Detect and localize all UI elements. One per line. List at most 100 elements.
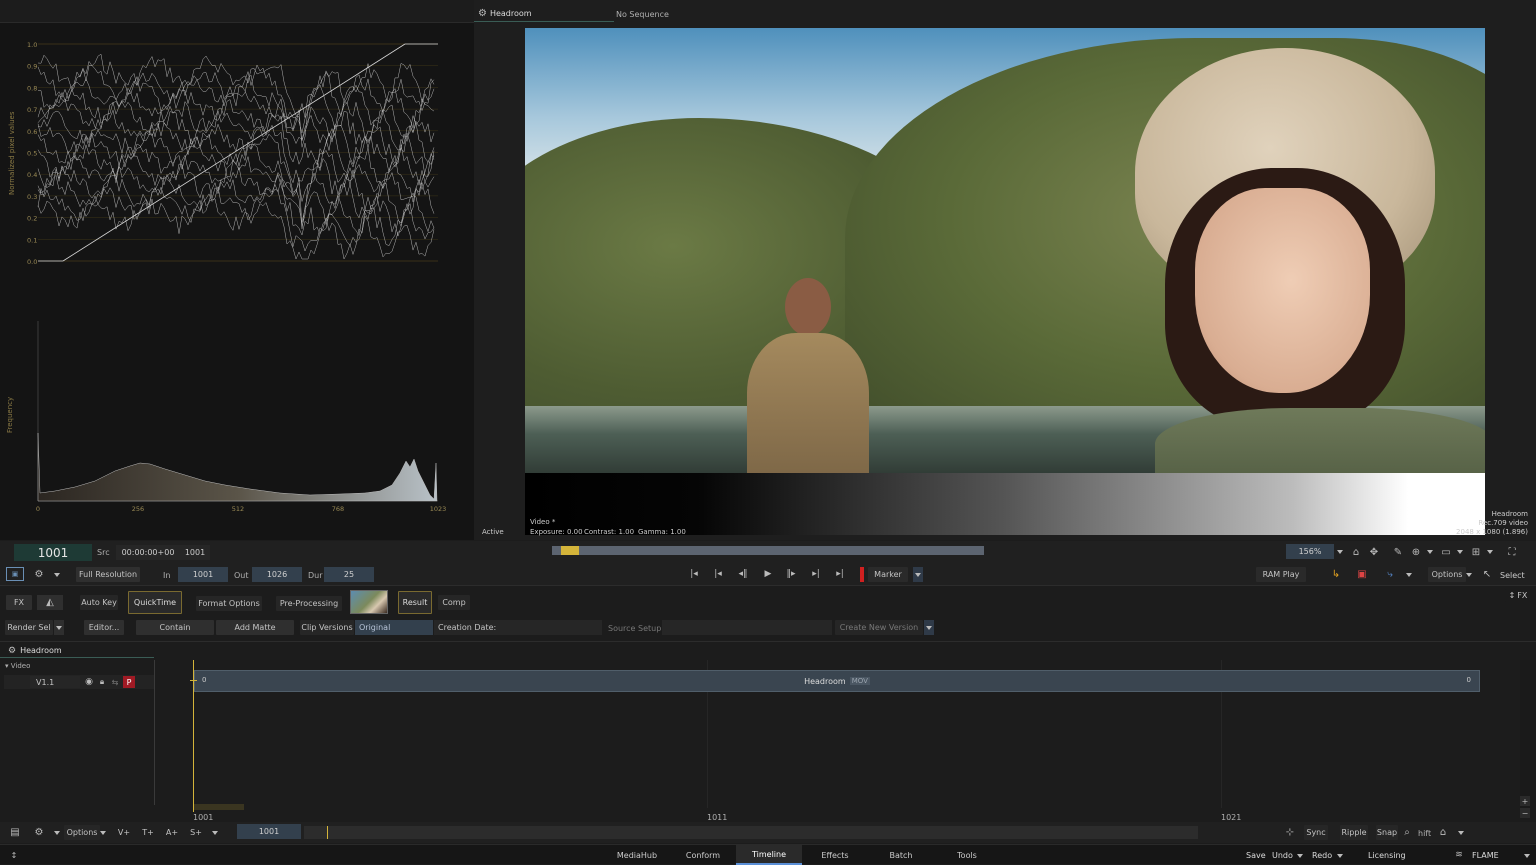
fx-panel-toggle[interactable]: ↕ FX <box>1505 589 1531 602</box>
track-header[interactable]: V1.1 ◉ 🔒︎ ⇆ P <box>4 675 154 689</box>
shift-label[interactable]: hift <box>1418 829 1431 838</box>
timecode-display[interactable]: 1001 <box>14 544 92 561</box>
quicktime-button[interactable]: QuickTime <box>128 591 182 614</box>
scrub-playhead[interactable] <box>560 546 579 555</box>
overwrite-icon[interactable]: ▣ <box>1354 567 1370 581</box>
viewer-mode-icon[interactable]: ▣ <box>6 567 24 581</box>
redo-button[interactable]: Redo <box>1312 851 1332 860</box>
eyedropper-icon[interactable]: ✎ <box>1392 545 1404 559</box>
src-frame[interactable]: 1001 <box>180 545 210 560</box>
out-field[interactable]: 1026 <box>252 567 302 582</box>
contain-button[interactable]: Contain <box>136 620 214 635</box>
move-icon[interactable]: ✥ <box>1368 545 1380 559</box>
lock-icon[interactable]: 🔒︎ <box>97 675 107 689</box>
select-label[interactable]: Select <box>1500 571 1525 580</box>
marker-dropdown[interactable] <box>913 567 923 582</box>
viewer-tab[interactable]: ⚙ Headroom <box>474 5 614 22</box>
result-button[interactable]: Result <box>398 591 432 614</box>
timeline-gear-dropdown[interactable] <box>52 825 62 840</box>
display-dropdown[interactable] <box>1455 544 1465 559</box>
tracks-icon[interactable]: ▤ <box>6 825 24 839</box>
replace-icon[interactable]: ⤷ <box>1382 567 1398 581</box>
snap-button[interactable]: Snap <box>1376 825 1398 840</box>
tab-conform[interactable]: Conform <box>670 845 736 865</box>
tab-effects[interactable]: Effects <box>802 845 868 865</box>
step-back-icon[interactable]: ◂‖ <box>735 567 751 581</box>
redo-dropdown[interactable] <box>1335 848 1345 863</box>
auto-key-button[interactable]: Auto Key <box>80 595 118 610</box>
timeline-clip[interactable]: Headroom MOV 0 0 <box>194 670 1480 692</box>
creation-date-field[interactable]: Creation Date: <box>434 620 602 635</box>
options-button[interactable]: Options <box>1428 567 1466 582</box>
tab-batch[interactable]: Batch <box>868 845 934 865</box>
timeline-options-button[interactable]: Options <box>64 825 100 840</box>
home-icon[interactable]: ⌂ <box>1436 825 1450 839</box>
add-subtitle-track-button[interactable]: S+ <box>186 825 206 840</box>
tab-mediahub[interactable]: MediaHub <box>604 845 670 865</box>
crosshair-icon[interactable]: ⊕ <box>1410 545 1422 559</box>
dur-field[interactable]: 25 <box>324 567 374 582</box>
editor-button[interactable]: Editor... <box>84 620 124 635</box>
tab-timeline[interactable]: Timeline <box>736 845 802 865</box>
thumbnail-view-icon[interactable]: ◭ <box>37 595 63 610</box>
add-title-track-button[interactable]: T+ <box>138 825 158 840</box>
add-audio-track-button[interactable]: A+ <box>162 825 182 840</box>
zoom-in-icon[interactable]: + <box>1520 796 1530 806</box>
select-cursor-icon[interactable]: ↖ <box>1481 567 1493 581</box>
undo-dropdown[interactable] <box>1295 848 1305 863</box>
timeline-area[interactable]: Headroom MOV 0 0 <box>156 660 1520 812</box>
layout-dropdown[interactable] <box>1485 544 1495 559</box>
tab-tools[interactable]: Tools <box>934 845 1000 865</box>
play-icon[interactable]: ▶ <box>760 567 776 581</box>
primary-track-badge[interactable]: P <box>123 676 135 688</box>
settings-gear-icon[interactable]: ⚙ <box>32 567 46 581</box>
video-group-label[interactable]: ▾ Video <box>5 662 30 670</box>
licensing-button[interactable]: Licensing <box>1368 851 1406 860</box>
settings-dropdown[interactable] <box>52 567 62 582</box>
fullscreen-icon[interactable]: ⛶ <box>1506 545 1518 559</box>
comp-button[interactable]: Comp <box>438 595 470 610</box>
insert-icon[interactable]: ↳ <box>1328 567 1344 581</box>
display-icon[interactable]: ▭ <box>1440 545 1452 559</box>
next-edit-icon[interactable]: ▸| <box>808 567 824 581</box>
step-forward-icon[interactable]: ‖▸ <box>783 567 799 581</box>
crosshair-dropdown[interactable] <box>1425 544 1435 559</box>
marker-button[interactable]: Marker <box>868 567 908 582</box>
render-sel-button[interactable]: Render Sel <box>5 620 53 635</box>
track-name[interactable]: V1.1 <box>30 676 80 688</box>
pre-processing-button[interactable]: Pre-Processing <box>276 596 342 611</box>
timeline-options-dropdown[interactable] <box>98 825 108 840</box>
format-options-button[interactable]: Format Options <box>196 596 262 611</box>
resolution-button[interactable]: Full Resolution <box>76 567 140 582</box>
options-dropdown[interactable] <box>1464 567 1474 582</box>
create-new-version-button[interactable]: Create New Version <box>835 620 923 635</box>
src-timecode[interactable]: 00:00:00+00 <box>116 545 180 560</box>
go-to-start-icon[interactable]: |◂ <box>686 567 702 581</box>
search-icon[interactable]: ⌕ <box>1400 825 1414 839</box>
layout-icon[interactable]: ⊞ <box>1470 545 1482 559</box>
undo-button[interactable]: Undo <box>1272 851 1293 860</box>
create-version-dropdown[interactable] <box>924 620 934 635</box>
in-field[interactable]: 1001 <box>178 567 228 582</box>
timeline-gear-icon[interactable]: ⚙ <box>32 825 46 839</box>
clip-thumbnail[interactable] <box>350 590 388 614</box>
zoom-field[interactable]: 156% <box>1286 544 1334 559</box>
sync-button[interactable]: Sync <box>1304 825 1328 840</box>
timeline-frame-field[interactable]: 1001 <box>237 824 301 839</box>
home-icon[interactable]: ⌂ <box>1350 545 1362 559</box>
viewer-image[interactable] <box>525 28 1485 473</box>
source-setup-field[interactable] <box>662 620 832 635</box>
previous-edit-icon[interactable]: |◂ <box>710 567 726 581</box>
ripple-button[interactable]: Ripple <box>1340 825 1368 840</box>
zoom-dropdown[interactable] <box>1335 544 1345 559</box>
clip-version-field[interactable]: Original <box>355 620 433 635</box>
timeline-playhead[interactable] <box>193 660 194 812</box>
render-sel-dropdown[interactable] <box>54 620 64 635</box>
scrub-bar[interactable] <box>552 546 984 555</box>
edit-mode-dropdown[interactable] <box>1404 567 1414 582</box>
save-button[interactable]: Save <box>1246 851 1266 860</box>
add-video-track-button[interactable]: V+ <box>114 825 134 840</box>
timeline-scrollbar[interactable] <box>1520 660 1530 808</box>
app-dropdown[interactable] <box>1522 848 1532 863</box>
zoom-out-icon[interactable]: − <box>1520 808 1530 818</box>
